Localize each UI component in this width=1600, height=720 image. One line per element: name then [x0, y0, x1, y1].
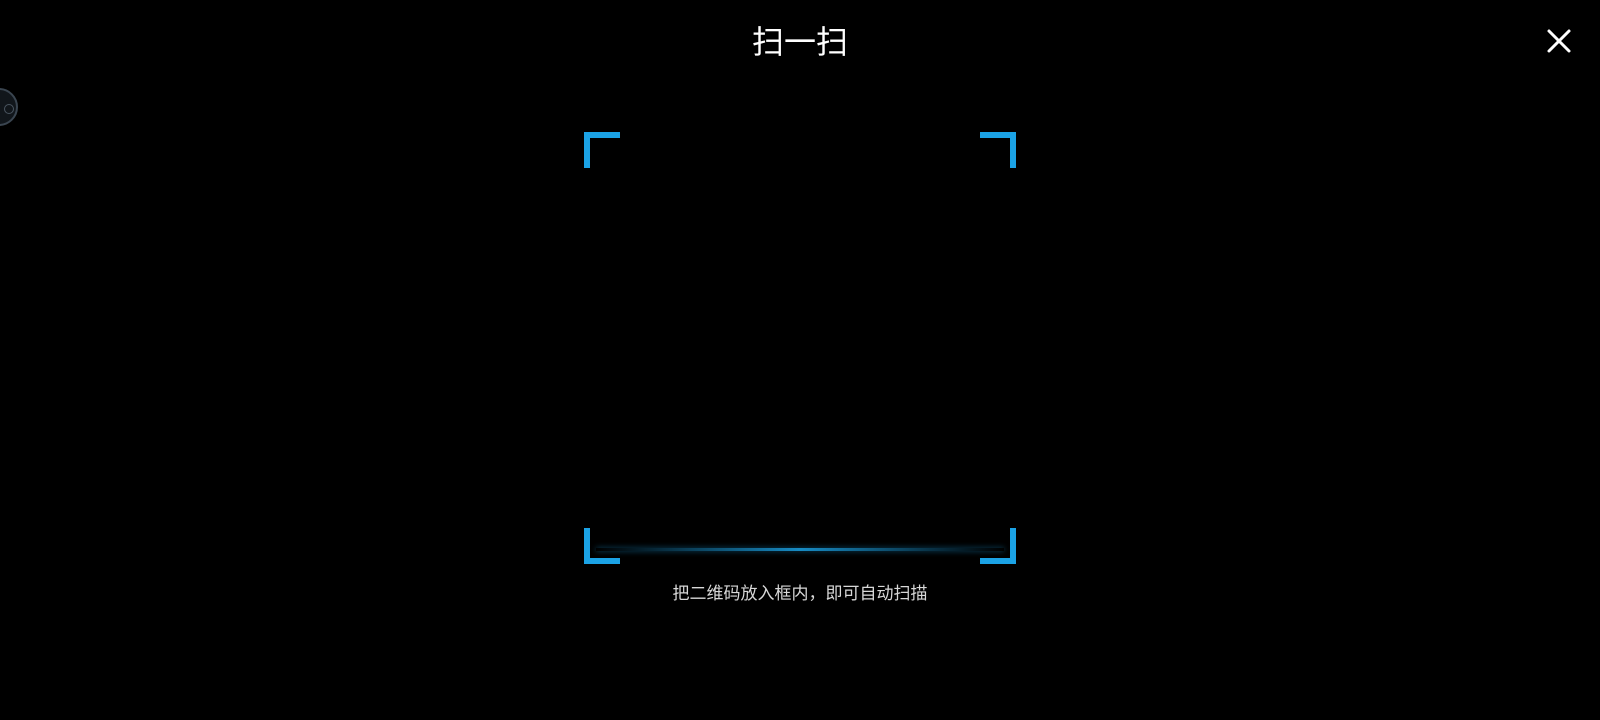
scan-hint-text: 把二维码放入框内，即可自动扫描 [672, 584, 928, 604]
scan-corner-top-left [584, 132, 620, 168]
scan-screen: 扫一扫 把二维码放入框内，即可自动扫描 [0, 0, 1600, 720]
scan-corner-bottom-left [584, 528, 620, 564]
page-title: 扫一扫 [751, 23, 848, 61]
scan-corner-bottom-right [980, 528, 1016, 564]
floating-assistant-ball[interactable] [0, 88, 18, 126]
scan-line [596, 548, 1004, 551]
scan-frame [584, 132, 1016, 564]
scan-corner-top-right [980, 132, 1016, 168]
close-button[interactable] [1540, 22, 1578, 60]
close-icon [1547, 29, 1571, 53]
floating-ball-icon [4, 104, 14, 114]
